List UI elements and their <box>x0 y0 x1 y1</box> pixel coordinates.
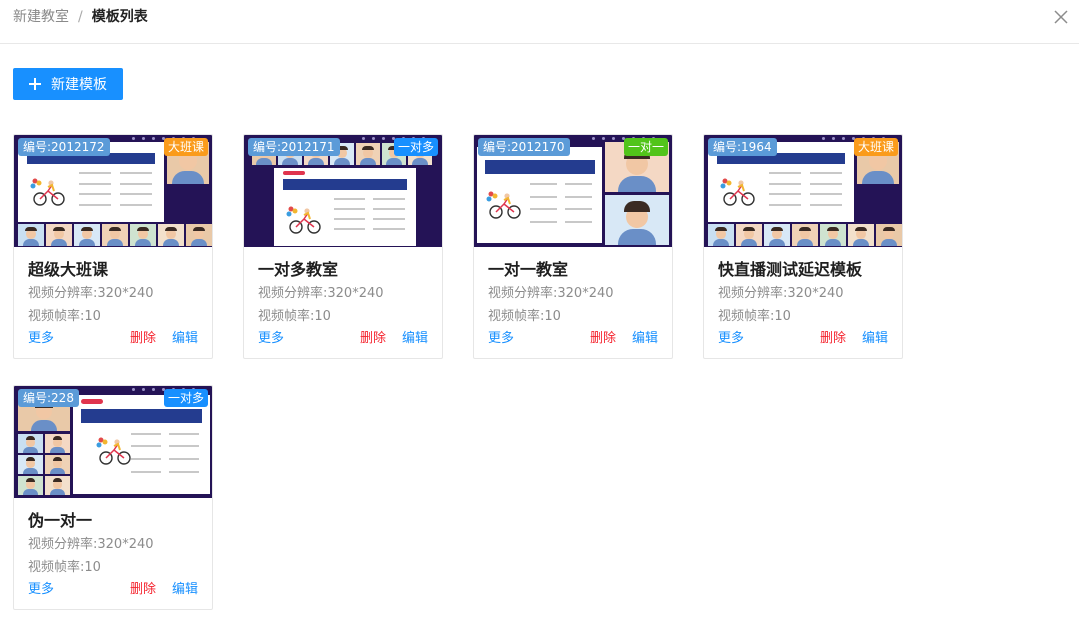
template-framerate: 视频帧率:10 <box>28 309 101 324</box>
video-tile <box>18 434 43 453</box>
courseware-illustration <box>286 206 321 234</box>
template-card[interactable]: 编号:1964 大班课 快直播测试延迟模板 视频分辨率:320*240 视频帧率… <box>703 134 903 359</box>
breadcrumb-new-classroom[interactable]: 新建教室 <box>13 7 69 27</box>
delete-link[interactable]: 删除 <box>130 330 156 348</box>
edit-link[interactable]: 编辑 <box>862 330 888 348</box>
template-id-badge: 编号:2012171 <box>248 138 340 156</box>
template-thumbnail[interactable]: 编号:2012171 一对多 <box>244 135 442 247</box>
video-tile <box>356 143 380 165</box>
template-card[interactable]: 编号:2012172 大班课 超级大班课 视频分辨率:320*240 视频帧率:… <box>13 134 213 359</box>
video-tile <box>605 195 669 245</box>
template-card[interactable]: 编号:228 一对多 伪一对一 视频分辨率:320*240 视频帧率:10 更多… <box>13 385 213 610</box>
video-tile <box>102 224 128 246</box>
template-name: 超级大班课 <box>28 260 109 279</box>
template-framerate: 视频帧率:10 <box>718 309 791 324</box>
template-resolution: 视频分辨率:320*240 <box>28 537 154 552</box>
template-id-badge: 编号:1964 <box>708 138 777 156</box>
video-tile <box>186 224 212 246</box>
breadcrumb: 新建教室 / 模板列表 <box>13 7 148 27</box>
breadcrumb-template-list: 模板列表 <box>91 9 148 25</box>
template-name: 快直播测试延迟模板 <box>718 260 863 279</box>
video-tile <box>848 224 874 246</box>
template-resolution: 视频分辨率:320*240 <box>488 286 614 301</box>
template-type-badge: 一对多 <box>163 389 208 407</box>
video-tile <box>18 455 43 474</box>
video-tile <box>876 224 902 246</box>
template-thumbnail[interactable]: 编号:2012170 一对一 <box>474 135 672 247</box>
video-tile <box>74 224 100 246</box>
delete-link[interactable]: 删除 <box>360 330 386 348</box>
delete-link[interactable]: 删除 <box>590 330 616 348</box>
template-card[interactable]: 编号:2012171 一对多 一对多教室 视频分辨率:320*240 视频帧率:… <box>243 134 443 359</box>
edit-link[interactable]: 编辑 <box>632 330 658 348</box>
more-link[interactable]: 更多 <box>718 330 744 348</box>
close-icon[interactable] <box>1053 9 1069 25</box>
template-resolution: 视频分辨率:320*240 <box>718 286 844 301</box>
template-type-badge: 大班课 <box>163 138 208 156</box>
video-tile <box>708 224 734 246</box>
courseware-illustration <box>486 191 521 219</box>
courseware-illustration <box>720 178 755 206</box>
template-framerate: 视频帧率:10 <box>28 560 101 575</box>
template-resolution: 视频分辨率:320*240 <box>258 286 384 301</box>
more-link[interactable]: 更多 <box>28 330 54 348</box>
courseware-illustration <box>96 437 131 465</box>
video-tile <box>18 476 43 495</box>
video-tile <box>158 224 184 246</box>
template-type-badge: 一对多 <box>393 138 438 156</box>
video-tile <box>46 224 72 246</box>
video-tile <box>45 476 70 495</box>
video-tile <box>792 224 818 246</box>
template-type-badge: 大班课 <box>853 138 898 156</box>
breadcrumb-separator: / <box>78 9 83 25</box>
edit-link[interactable]: 编辑 <box>172 581 198 599</box>
video-tile <box>736 224 762 246</box>
courseware-illustration <box>30 178 65 206</box>
template-name: 伪一对一 <box>28 511 93 530</box>
page-header: 新建教室 / 模板列表 <box>0 0 1079 44</box>
video-tile <box>45 434 70 453</box>
template-card[interactable]: 编号:2012170 一对一 一对一教室 视频分辨率:320*240 视频帧率:… <box>473 134 673 359</box>
template-name: 一对一教室 <box>488 260 569 279</box>
template-id-badge: 编号:2012172 <box>18 138 110 156</box>
delete-link[interactable]: 删除 <box>130 581 156 599</box>
delete-link[interactable]: 删除 <box>820 330 846 348</box>
new-template-label: 新建模板 <box>51 77 107 93</box>
video-tile <box>130 224 156 246</box>
more-link[interactable]: 更多 <box>488 330 514 348</box>
more-link[interactable]: 更多 <box>28 581 54 599</box>
template-thumbnail[interactable]: 编号:2012172 大班课 <box>14 135 212 247</box>
plus-icon <box>29 78 41 90</box>
video-tile <box>18 224 44 246</box>
new-template-button[interactable]: 新建模板 <box>13 68 123 100</box>
template-resolution: 视频分辨率:320*240 <box>28 286 154 301</box>
template-thumbnail[interactable]: 编号:1964 大班课 <box>704 135 902 247</box>
edit-link[interactable]: 编辑 <box>172 330 198 348</box>
template-id-badge: 编号:2012170 <box>478 138 570 156</box>
template-framerate: 视频帧率:10 <box>258 309 331 324</box>
template-type-badge: 一对一 <box>623 138 668 156</box>
video-tile <box>764 224 790 246</box>
template-id-badge: 编号:228 <box>18 389 79 407</box>
more-link[interactable]: 更多 <box>258 330 284 348</box>
template-framerate: 视频帧率:10 <box>488 309 561 324</box>
video-tile <box>820 224 846 246</box>
template-name: 一对多教室 <box>258 260 339 279</box>
video-tile <box>45 455 70 474</box>
edit-link[interactable]: 编辑 <box>402 330 428 348</box>
template-thumbnail[interactable]: 编号:228 一对多 <box>14 386 212 498</box>
